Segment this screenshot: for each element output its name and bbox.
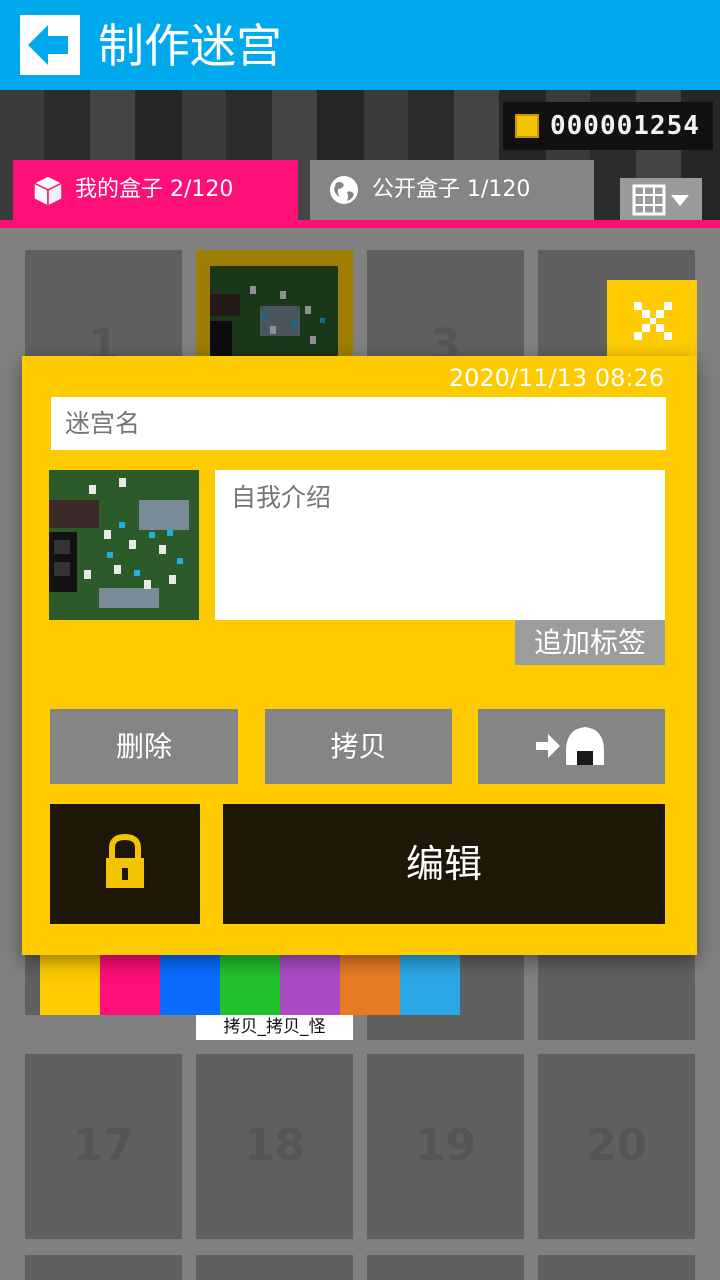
back-button[interactable] xyxy=(20,15,80,75)
maze-preview-image xyxy=(49,470,199,620)
view-mode-button[interactable] xyxy=(620,178,702,220)
tab-public-boxes-label: 公开盒子 1/120 xyxy=(372,177,531,202)
padlock-icon xyxy=(106,833,144,888)
maze-name-input[interactable] xyxy=(51,397,666,450)
tab-underline xyxy=(0,220,720,228)
self-intro-input[interactable] xyxy=(215,470,665,620)
page-title: 制作迷宫 xyxy=(98,19,282,73)
globe-icon xyxy=(330,176,358,204)
color-swatch-blue[interactable] xyxy=(160,955,220,1015)
edit-button[interactable]: 编辑 xyxy=(223,804,665,924)
copy-button[interactable]: 拷贝 xyxy=(265,709,452,784)
grid-view-dropdown-icon xyxy=(632,184,689,216)
coin-count: 000001254 xyxy=(550,111,700,141)
created-date: 2020/11/13 08:26 xyxy=(448,364,664,392)
color-swatch-green[interactable] xyxy=(220,955,280,1015)
add-tag-button[interactable]: 追加标签 xyxy=(515,620,665,665)
color-swatch-yellow[interactable] xyxy=(40,955,100,1015)
tab-my-boxes[interactable]: 我的盒子 2/120 xyxy=(13,160,298,220)
maze-name-label: 拷贝_拷贝_怪 xyxy=(196,1015,353,1040)
color-swatch-purple[interactable] xyxy=(280,955,340,1015)
export-button[interactable] xyxy=(478,709,665,784)
close-button[interactable] xyxy=(607,280,697,360)
send-to-onigiri-icon xyxy=(536,727,604,765)
tab-my-boxes-label: 我的盒子 2/120 xyxy=(75,177,234,202)
color-swatch-pink[interactable] xyxy=(100,955,160,1015)
color-swatch-orange[interactable] xyxy=(340,955,400,1015)
lock-button[interactable] xyxy=(50,804,200,924)
coin-icon xyxy=(515,114,539,138)
close-x-icon xyxy=(634,302,672,340)
tab-public-boxes[interactable]: 公开盒子 1/120 xyxy=(310,160,594,220)
arrow-left-icon xyxy=(28,25,68,65)
delete-button[interactable]: 删除 xyxy=(50,709,238,784)
color-swatch-lightblue[interactable] xyxy=(400,955,460,1015)
cube-icon xyxy=(32,175,64,208)
